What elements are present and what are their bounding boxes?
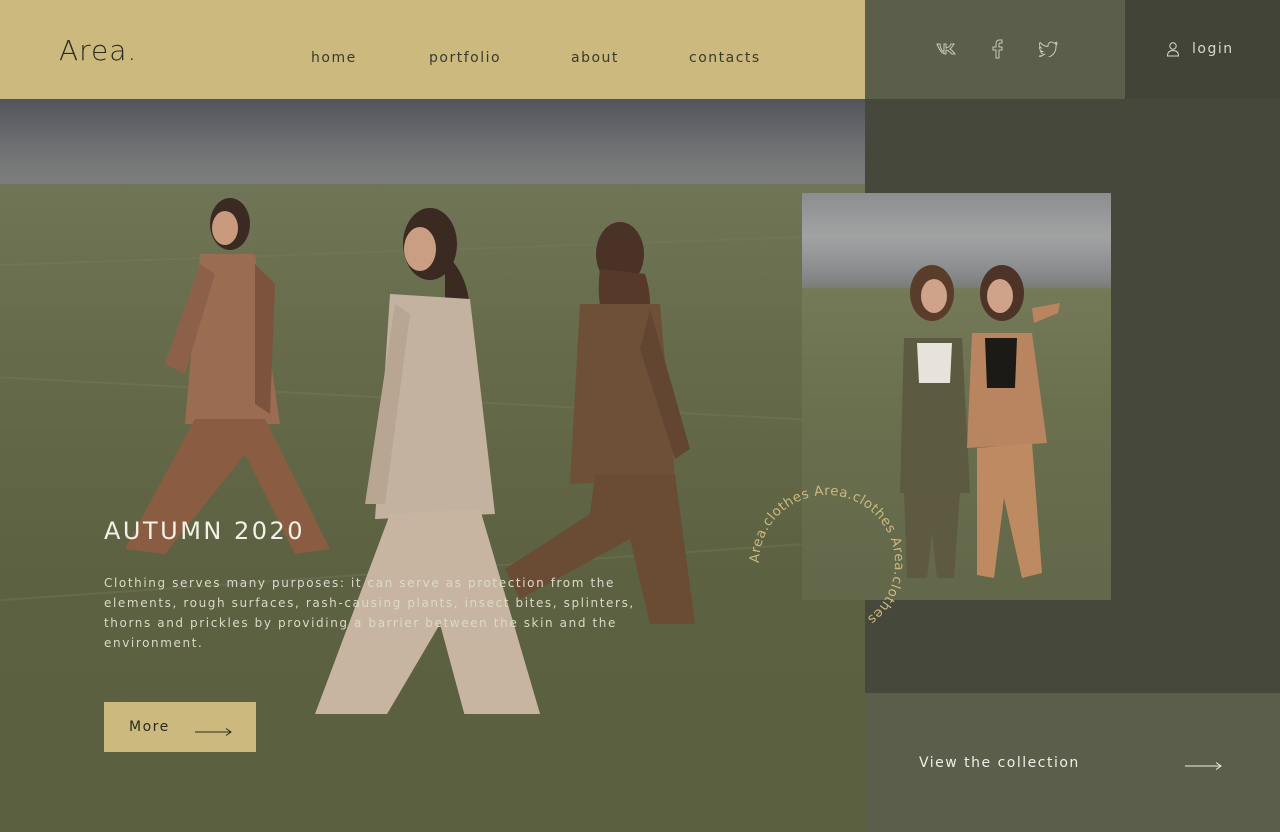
nav-about[interactable]: about <box>571 50 619 66</box>
login-button[interactable]: login <box>1125 0 1280 99</box>
view-collection-button[interactable]: View the collection <box>865 693 1280 832</box>
social-bar <box>865 0 1125 99</box>
arrow-right-icon <box>195 722 233 741</box>
svg-text:Area.clothes Area.clothes Area: Area.clothes Area.clothes Area.clothes <box>748 484 906 627</box>
nav-home[interactable]: home <box>311 50 357 66</box>
collection-label: View the collection <box>919 755 1080 771</box>
hero-photo: AUTUMN 2020 Clothing serves many purpose… <box>0 99 865 832</box>
circle-text-path: Area.clothes Area.clothes Area.clothes <box>748 484 906 627</box>
header-bar: Area. home portfolio about contacts <box>0 0 865 99</box>
facebook-icon[interactable] <box>986 38 1008 60</box>
login-label: login <box>1192 41 1234 57</box>
user-icon <box>1166 41 1180 61</box>
more-label: More <box>129 719 170 735</box>
models-pair-figure <box>900 265 1060 578</box>
hero-title: AUTUMN 2020 <box>104 517 306 545</box>
circular-brand-text: Area.clothes Area.clothes Area.clothes <box>748 484 906 627</box>
arrow-right-icon <box>1185 756 1223 775</box>
vk-icon[interactable] <box>935 38 957 60</box>
nav-portfolio[interactable]: portfolio <box>429 50 501 66</box>
twitter-icon[interactable] <box>1037 38 1059 60</box>
more-button[interactable]: More <box>104 702 256 752</box>
nav-contacts[interactable]: contacts <box>689 50 761 66</box>
hero-description: Clothing serves many purposes: it can se… <box>104 576 635 650</box>
logo[interactable]: Area. <box>59 34 137 67</box>
